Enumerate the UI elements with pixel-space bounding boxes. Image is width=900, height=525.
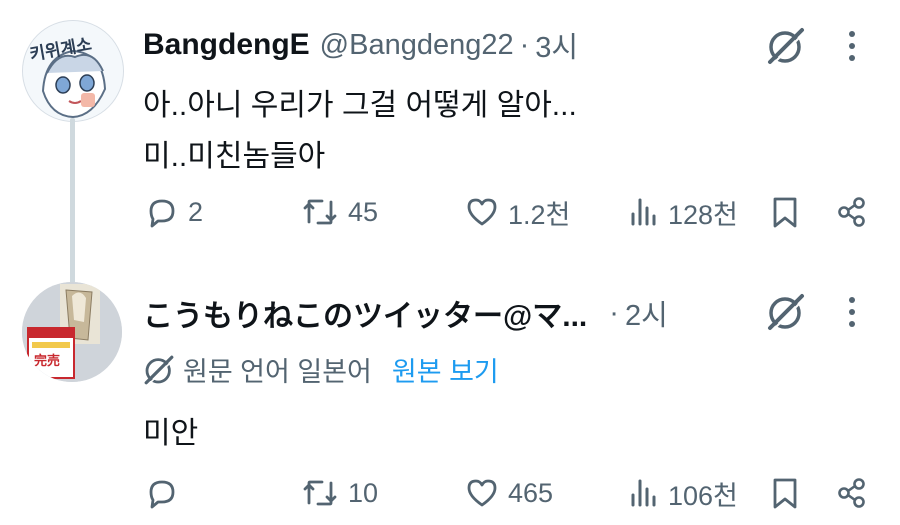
translation-row: 원문 언어 일본어 원본 보기 xyxy=(143,350,499,389)
separator: · xyxy=(519,28,530,61)
views-button[interactable]: 128천 xyxy=(628,190,738,234)
tweet[interactable]: 完売 こうもりねこのツイッター@マ... · 2시 원문 언어 일본어 원본 보… xyxy=(0,262,900,525)
avatar[interactable]: 完売 xyxy=(22,282,122,382)
views-icon xyxy=(631,479,656,507)
retweet-icon xyxy=(303,480,337,506)
more-icon[interactable] xyxy=(842,24,862,68)
action-bar: 2 45 1.2천 128천 xyxy=(140,190,880,234)
avatar[interactable]: 키위계소 xyxy=(22,20,124,122)
like-button[interactable]: 465 xyxy=(464,471,553,515)
like-icon xyxy=(467,198,497,226)
bookmark-icon xyxy=(773,478,797,509)
timestamp[interactable]: 2시 xyxy=(625,292,668,334)
like-icon xyxy=(467,479,497,507)
reply-icon xyxy=(149,480,175,509)
tweet-text-line: 아..아니 우리가 그걸 어떻게 알아... xyxy=(143,89,577,122)
retweet-count: 10 xyxy=(348,477,379,508)
grok-icon[interactable] xyxy=(766,292,806,332)
share-icon xyxy=(838,478,865,508)
views-count: 128천 xyxy=(668,199,738,230)
tweet-text-line: 미안 xyxy=(143,417,199,450)
bookmark-button[interactable] xyxy=(770,471,800,515)
retweet-count: 45 xyxy=(348,196,379,227)
reply-button[interactable] xyxy=(144,471,188,515)
share-button[interactable] xyxy=(834,190,870,234)
avatar-lettering: 完売 xyxy=(34,353,61,368)
views-button[interactable]: 106천 xyxy=(628,471,738,515)
more-icon[interactable] xyxy=(842,290,862,334)
like-count: 1.2천 xyxy=(508,199,571,230)
author-name[interactable]: BangdengE xyxy=(143,28,310,62)
author-name[interactable]: こうもりねこのツイッター@マ... xyxy=(143,291,587,335)
retweet-icon xyxy=(303,199,337,225)
translation-label: 원문 언어 일본어 xyxy=(183,357,372,387)
separator: · xyxy=(609,296,619,329)
like-count: 465 xyxy=(508,477,554,508)
retweet-button[interactable]: 45 xyxy=(300,190,378,234)
grok-icon[interactable] xyxy=(766,26,806,66)
bookmark-icon xyxy=(773,197,797,228)
author-handle[interactable]: @Bangdeng22 xyxy=(320,29,514,62)
share-button[interactable] xyxy=(834,471,870,515)
retweet-button[interactable]: 10 xyxy=(300,471,378,515)
views-icon xyxy=(631,198,656,226)
like-button[interactable]: 1.2천 xyxy=(464,190,570,234)
timestamp[interactable]: 3시 xyxy=(535,24,578,66)
tweet-text-line: 미..미친놈들아 xyxy=(143,140,326,173)
reply-button[interactable]: 2 xyxy=(144,190,203,234)
views-count: 106천 xyxy=(668,480,738,511)
tweet[interactable]: 키위계소 BangdengE @Bangdeng22 · 3시 아..아니 우리… xyxy=(0,0,900,288)
tweet-header: こうもりねこのツイッター@マ... · 2시 xyxy=(143,291,668,335)
reply-icon xyxy=(149,199,175,228)
bookmark-button[interactable] xyxy=(770,190,800,234)
tweet-header: BangdengE @Bangdeng22 · 3시 xyxy=(143,25,578,65)
show-original-link[interactable]: 원본 보기 xyxy=(392,350,499,389)
translate-icon xyxy=(144,355,174,384)
reply-count: 2 xyxy=(188,196,204,227)
action-bar: 10 465 106천 xyxy=(140,471,880,515)
share-icon xyxy=(838,197,865,227)
